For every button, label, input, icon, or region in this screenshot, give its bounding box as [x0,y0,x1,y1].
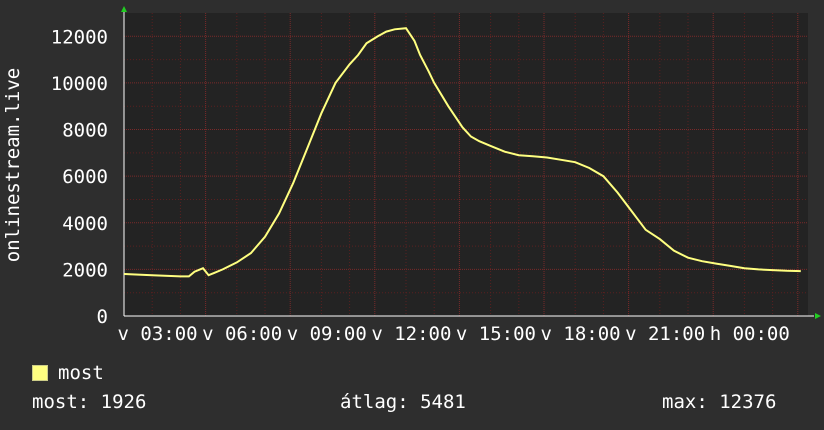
x-tick-labels: v 03:00 v 06:00 v 09:00 v 12:00 v 15:00 v 18:… [118,323,790,345]
y-tick-labels: 0 2000 4000 6000 8000 10000 12000 [51,26,108,328]
stat-average: átlag: 5481 [340,391,466,413]
x-tick-label: v 06:00 [202,323,282,345]
plot-area [124,13,808,316]
x-tick-label: h 00:00 [710,323,790,345]
traffic-chart: 0 2000 4000 6000 8000 10000 12000 v 03:00 v 06:… [2,6,821,345]
y-axis-arrow-icon [121,6,127,12]
stat-current: most: 1926 [32,391,147,413]
legend-swatch [32,365,48,381]
y-tick-label: 0 [97,306,108,328]
x-tick-label: v 03:00 [118,323,198,345]
y-tick-label: 8000 [62,120,108,142]
legend-label: most [58,362,104,384]
y-tick-label: 2000 [62,259,108,281]
stat-max: max: 12376 [662,391,777,413]
legend: most [32,362,104,384]
x-tick-label: v 15:00 [456,323,536,345]
y-tick-label: 4000 [62,213,108,235]
x-tick-label: v 21:00 [625,323,705,345]
x-tick-label: v 18:00 [541,323,621,345]
x-tick-label: v 12:00 [371,323,451,345]
x-axis-arrow-icon [815,313,821,319]
y-tick-label: 12000 [51,26,108,48]
y-tick-label: 10000 [51,73,108,95]
x-tick-label: v 09:00 [287,323,367,345]
y-tick-label: 6000 [62,166,108,188]
y-axis-label: onlinestream.live [2,68,24,262]
